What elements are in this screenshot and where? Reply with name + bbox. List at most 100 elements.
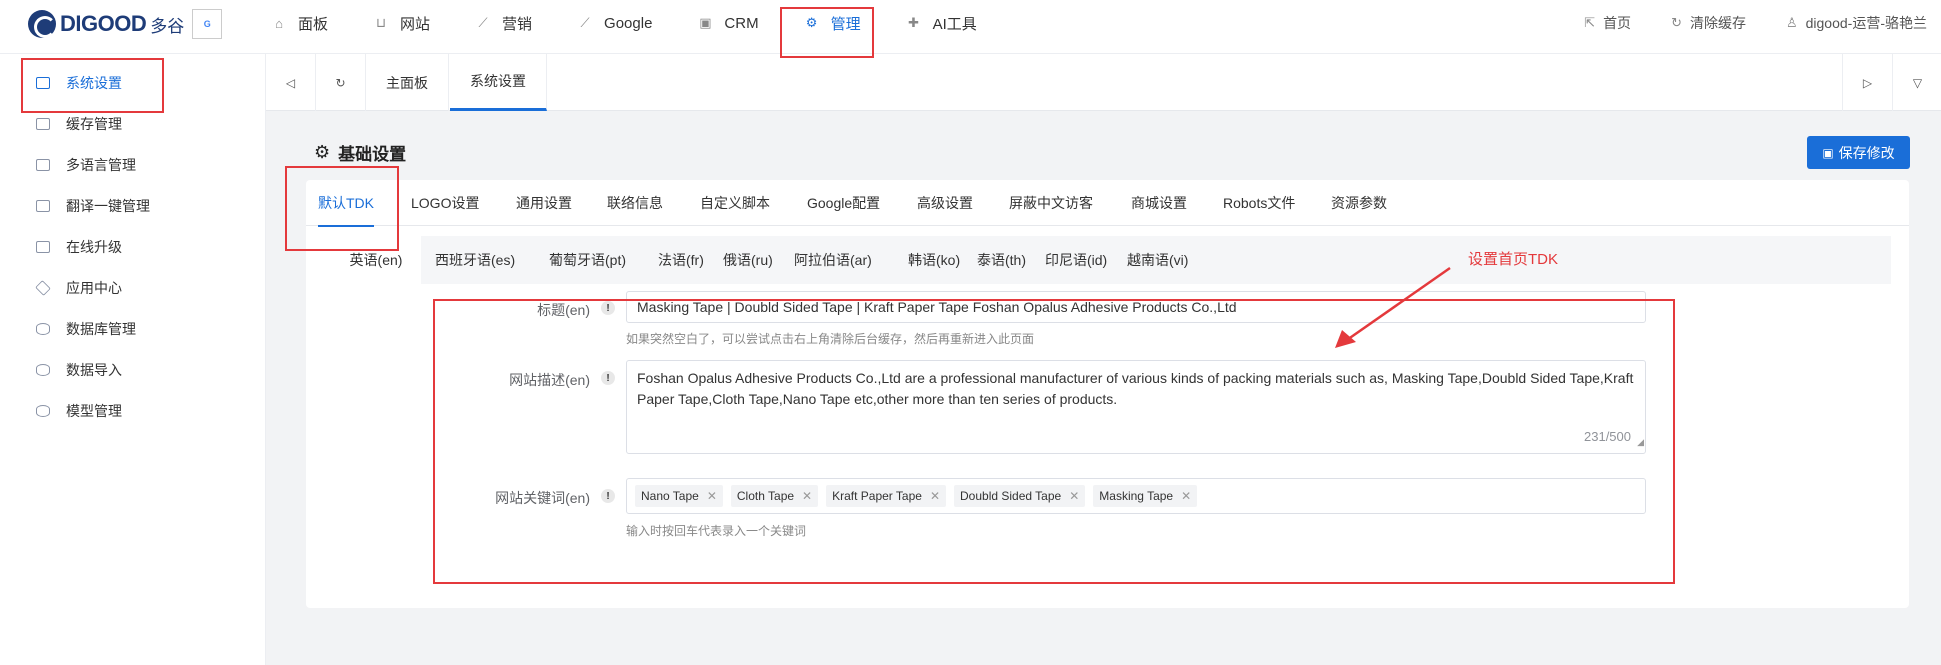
tab-label: 主面板 (386, 74, 428, 91)
nav-item-admin[interactable]: ⚙ 管理 (803, 13, 861, 34)
basket-icon: ⊔ (375, 15, 387, 30)
tab-logo-settings[interactable]: LOGO设置 (411, 180, 479, 226)
sidebar-item-app-center[interactable]: 应用中心 (0, 267, 266, 308)
nav-item-crm[interactable]: ▣ CRM (696, 15, 758, 32)
tab-label: Robots文件 (1223, 195, 1296, 211)
tab-advanced-settings[interactable]: 高级设置 (917, 180, 973, 226)
tab-google-config[interactable]: Google配置 (807, 180, 880, 226)
user-menu[interactable]: ♙ digood-运营-骆艳兰 (1786, 13, 1927, 33)
keywords-input[interactable]: Nano Tape ✕ Cloth Tape ✕ Kraft Paper Tape ✕… (626, 478, 1646, 514)
tab-menu-button[interactable]: ▽ (1892, 54, 1941, 111)
keyword-text: Kraft Paper Tape (832, 489, 922, 503)
tab-default-tdk[interactable]: 默认TDK (318, 180, 374, 227)
lang-tab-id[interactable]: 印尼语(id) (1045, 236, 1107, 284)
nav-item-marketing[interactable]: ⟋ 营销 (474, 13, 532, 34)
sidebar-item-system-settings[interactable]: 系统设置 (0, 62, 266, 103)
tab-dashboard[interactable]: 主面板 (366, 54, 449, 111)
triangle-right-icon: ▷ (1862, 75, 1873, 90)
page-tab-bar: ◁ ↻ 主面板 系统设置 ▷ ▽ (266, 54, 1941, 111)
brand-logo[interactable]: DIGOOD 多谷 G (28, 8, 223, 40)
nav-item-google[interactable]: ⟋ Google (576, 15, 652, 32)
close-icon[interactable]: ✕ (707, 489, 717, 503)
nav-label: 面板 (298, 15, 329, 33)
tab-resource-params[interactable]: 资源参数 (1331, 180, 1387, 226)
home-icon: ⌂ (275, 15, 283, 31)
resize-handle-icon[interactable]: ◢ (1637, 432, 1644, 453)
title-label: 标题(en) (537, 302, 590, 318)
description-label: 网站描述(en) (509, 372, 590, 388)
description-textarea[interactable]: Foshan Opalus Adhesive Products Co.,Ltd … (626, 360, 1646, 454)
database-icon (36, 404, 50, 417)
nav-item-ai-tools[interactable]: ✚ AI工具 (905, 13, 977, 34)
crm-icon: ▣ (699, 15, 712, 30)
lang-tab-en[interactable]: 英语(en) (331, 236, 421, 284)
database-icon (36, 322, 50, 335)
puzzle-icon: ✚ (908, 15, 920, 30)
sidebar-item-database[interactable]: 数据库管理 (0, 308, 266, 349)
lang-tab-vi[interactable]: 越南语(vi) (1127, 236, 1188, 284)
tab-label: LOGO设置 (411, 195, 480, 211)
close-icon[interactable]: ✕ (1069, 489, 1079, 503)
close-icon[interactable]: ✕ (1181, 489, 1191, 503)
title-input[interactable]: Masking Tape | Doubld Sided Tape | Kraft… (626, 291, 1646, 323)
lang-tab-ko[interactable]: 韩语(ko) (908, 236, 960, 284)
tab-refresh-button[interactable]: ↻ (316, 54, 366, 111)
sidebar-item-cache[interactable]: 缓存管理 (0, 103, 266, 144)
database-icon (36, 363, 50, 376)
tab-robots-file[interactable]: Robots文件 (1223, 180, 1295, 226)
tab-block-chinese-visitors[interactable]: 屏蔽中文访客 (1009, 180, 1093, 226)
nav-label: Google (604, 14, 653, 32)
sidebar-item-import[interactable]: 数据导入 (0, 349, 266, 390)
sidebar-item-translation[interactable]: 翻译一键管理 (0, 185, 266, 226)
sidebar-item-label: 数据导入 (66, 361, 122, 378)
tab-general-settings[interactable]: 通用设置 (516, 180, 572, 226)
lang-tab-ru[interactable]: 俄语(ru) (723, 236, 773, 284)
nav-item-website[interactable]: ⊔ 网站 (372, 13, 430, 34)
keyword-text: Doubld Sided Tape (960, 489, 1062, 503)
monitor-icon (36, 240, 50, 253)
sidebar-item-upgrade[interactable]: 在线升级 (0, 226, 266, 267)
nav-item-dashboard[interactable]: ⌂ 面板 (270, 13, 328, 34)
monitor-icon (36, 199, 50, 212)
sidebar-item-models[interactable]: 模型管理 (0, 390, 266, 431)
save-icon: ▣ (1822, 145, 1834, 160)
main-nav: ⌂ 面板 ⊔ 网站 ⟋ 营销 ⟋ Google ▣ CRM ⚙ 管理 ✚ AI工具 (270, 0, 1021, 46)
tab-scroll-left-button[interactable]: ◁ (266, 54, 316, 111)
tab-shop-settings[interactable]: 商城设置 (1131, 180, 1187, 226)
content-area: ◁ ↻ 主面板 系统设置 ▷ ▽ ⚙ 基础设置 ▣ 保存修改 默认TDK LOG… (266, 54, 1941, 665)
home-link[interactable]: ⇱ 首页 (1584, 13, 1631, 33)
tab-custom-script[interactable]: 自定义脚本 (700, 180, 770, 226)
info-icon[interactable]: ! (601, 489, 615, 503)
save-button[interactable]: ▣ 保存修改 (1807, 136, 1910, 169)
tab-scroll-right-button[interactable]: ▷ (1842, 54, 1892, 111)
info-icon[interactable]: ! (601, 371, 615, 385)
keyword-text: Cloth Tape (736, 489, 795, 503)
clear-cache-label: 清除缓存 (1689, 15, 1746, 31)
tab-label: 系统设置 (470, 73, 526, 89)
nav-label: 网站 (400, 15, 431, 33)
triangle-left-icon: ◁ (285, 75, 296, 90)
close-icon[interactable]: ✕ (802, 489, 812, 503)
page-title-text: 基础设置 (338, 145, 407, 164)
nav-label: CRM (724, 14, 759, 32)
trend-icon: ⟋ (580, 15, 590, 30)
lang-tab-ar[interactable]: 阿拉伯语(ar) (794, 236, 872, 284)
lang-tab-label: 英语(en) (349, 252, 403, 268)
info-icon[interactable]: ! (601, 301, 615, 315)
lang-tab-label: 韩语(ko) (908, 252, 961, 268)
lang-tab-label: 葡萄牙语(pt) (549, 252, 626, 268)
clear-cache-button[interactable]: ↻ 清除缓存 (1671, 13, 1746, 33)
chart-line-icon: ⟋ (478, 15, 488, 30)
tab-system-settings[interactable]: 系统设置 (450, 54, 547, 111)
tab-label: 默认TDK (318, 195, 374, 211)
tab-contact-info[interactable]: 联络信息 (607, 180, 663, 226)
keywords-hint: 输入时按回车代表录入一个关键词 (626, 524, 807, 538)
close-icon[interactable]: ✕ (930, 489, 940, 503)
lang-tab-label: 越南语(vi) (1127, 252, 1189, 268)
sidebar-item-languages[interactable]: 多语言管理 (0, 144, 266, 185)
lang-tab-label: 法语(fr) (658, 252, 704, 268)
lang-tab-fr[interactable]: 法语(fr) (658, 236, 704, 284)
lang-tab-es[interactable]: 西班牙语(es) (435, 236, 515, 284)
lang-tab-pt[interactable]: 葡萄牙语(pt) (549, 236, 626, 284)
lang-tab-th[interactable]: 泰语(th) (977, 236, 1026, 284)
